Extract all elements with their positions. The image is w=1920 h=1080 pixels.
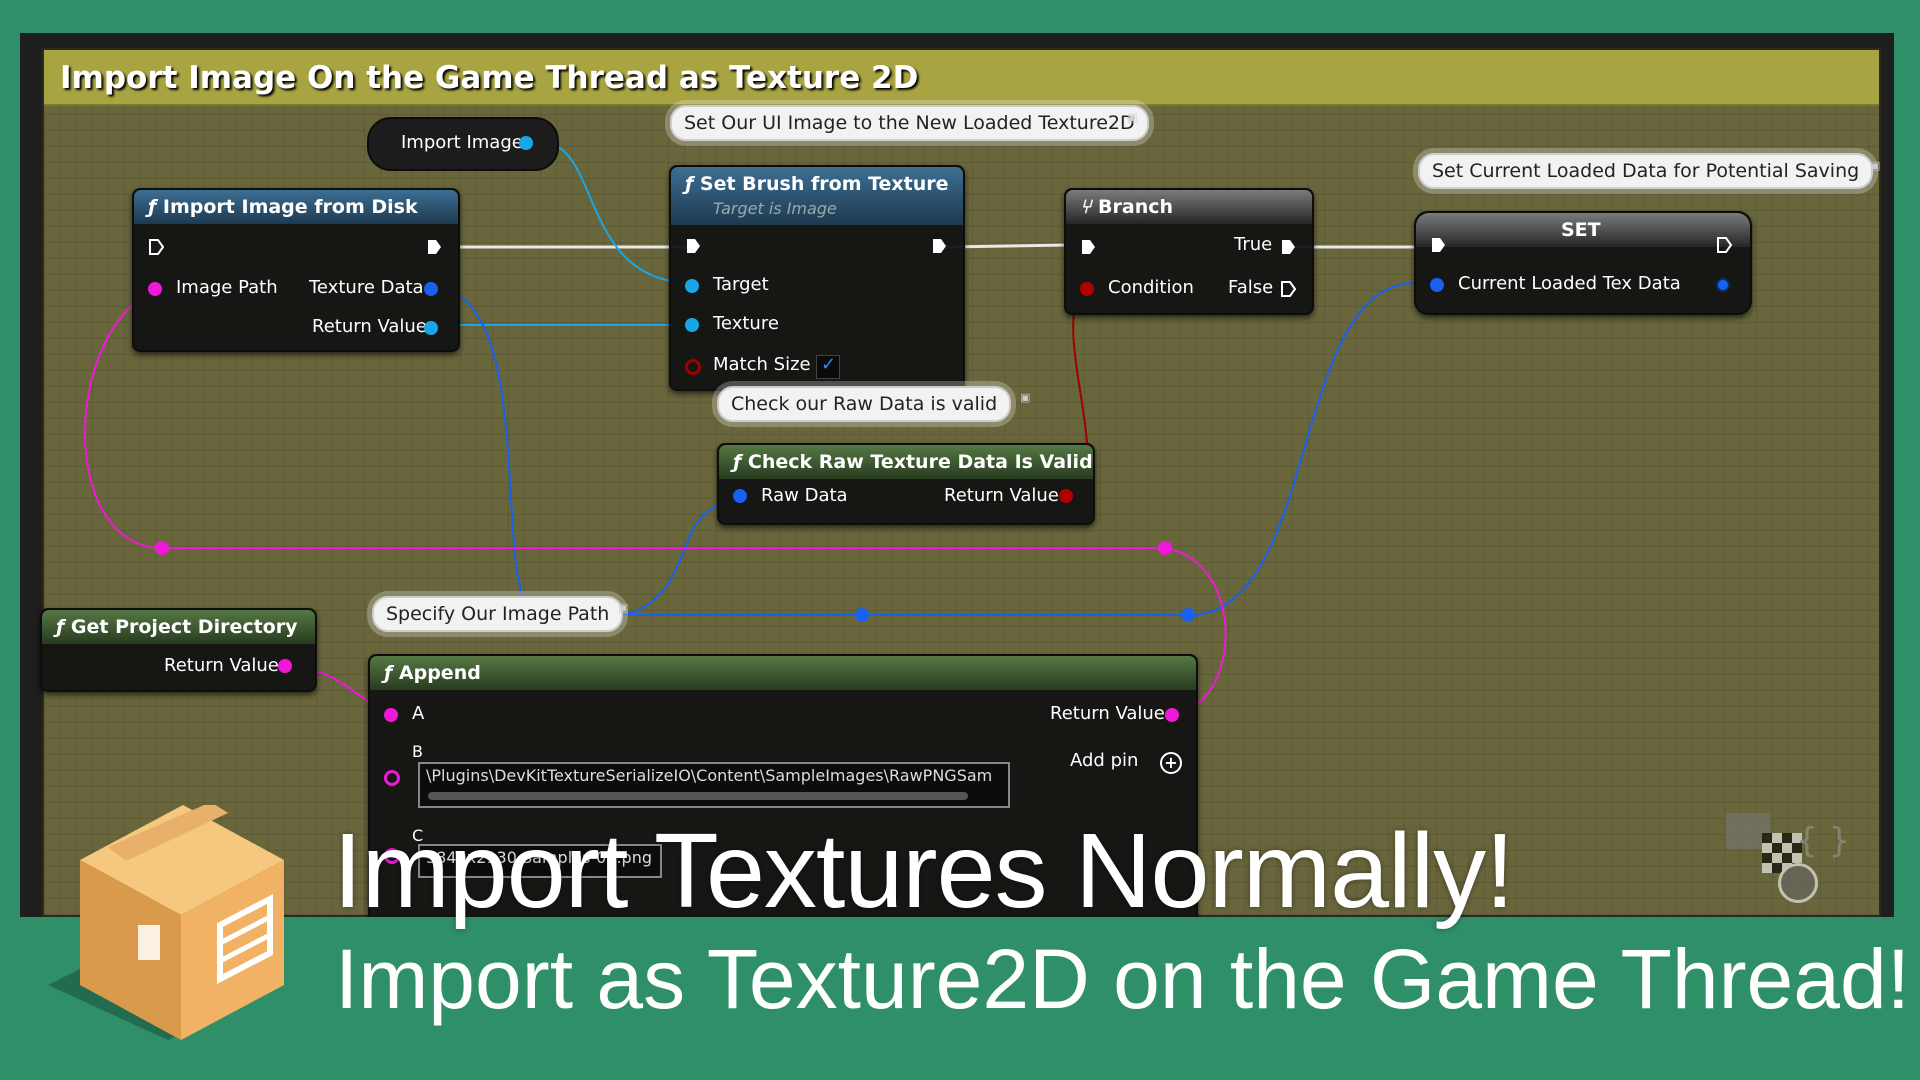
branch-icon: ⑂ [1080, 196, 1092, 218]
import-image-output-pin[interactable] [519, 136, 533, 150]
condition-label: Condition [1108, 277, 1194, 298]
function-icon: ƒ [685, 173, 694, 195]
comment-bubble-check[interactable]: Check our Raw Data is valid [717, 386, 1012, 422]
comment-bubble-append[interactable]: Specify Our Image Path [372, 596, 624, 632]
return-value-pin[interactable] [1165, 708, 1179, 722]
function-icon: ƒ [733, 451, 742, 473]
texture-pin[interactable] [685, 318, 699, 332]
node-title: Check Raw Texture Data Is Valid [747, 451, 1093, 473]
checkmark-icon: ✓ [821, 354, 837, 375]
import-image-from-disk-node[interactable]: ƒ Import Image from Disk Image Path Text… [132, 188, 460, 352]
node-title: SET [1561, 219, 1601, 241]
false-label: False [1228, 277, 1274, 298]
node-title: Get Project Directory [70, 616, 298, 638]
exec-out-pin[interactable] [1716, 236, 1732, 254]
node-header: ƒ Get Project Directory [42, 610, 315, 644]
set-variable-node[interactable]: SET Current Loaded Tex Data [1414, 211, 1752, 315]
blueprint-graph[interactable]: Import Image On the Game Thread as Textu… [20, 33, 1894, 917]
node-title: Append [398, 662, 481, 684]
node-header: ƒ Check Raw Texture Data Is Valid [719, 445, 1093, 479]
comment-bubble-set[interactable]: Set Current Loaded Data for Potential Sa… [1418, 153, 1874, 189]
import-image-variable-label: Import Image [401, 132, 523, 153]
badge-icon [1778, 863, 1818, 903]
set-input-pin[interactable] [1430, 278, 1444, 292]
node-header: ƒ Append [370, 656, 1196, 690]
exec-out-pin[interactable] [931, 237, 947, 255]
condition-pin[interactable] [1080, 282, 1094, 296]
return-value-pin[interactable] [424, 321, 438, 335]
return-value-label: Return Value [312, 316, 427, 337]
import-image-variable[interactable]: Import Image [367, 117, 559, 171]
b-label: B [412, 742, 423, 761]
target-pin[interactable] [685, 279, 699, 293]
pin-comment-icon[interactable]: ▣ [1020, 391, 1030, 405]
pin-comment-icon[interactable]: ▣ [618, 601, 628, 615]
return-value-pin[interactable] [1059, 489, 1073, 503]
pin-comment-icon[interactable]: ▣ [1127, 111, 1137, 125]
package-cube-icon [48, 805, 284, 1040]
true-exec-pin[interactable] [1280, 238, 1296, 256]
texture-data-label: Texture Data [309, 277, 424, 298]
set-output-pin[interactable] [1716, 278, 1730, 292]
texture-label: Texture [713, 313, 779, 334]
false-exec-pin[interactable] [1280, 280, 1296, 298]
texture-data-pin[interactable] [424, 282, 438, 296]
reroute-blue-right [1181, 608, 1195, 622]
match-size-label: Match Size [713, 354, 811, 375]
reroute-pink-left [155, 541, 169, 555]
exec-out-pin[interactable] [426, 238, 442, 256]
reroute-pink-right [1158, 541, 1172, 555]
exec-in-pin[interactable] [1430, 236, 1446, 254]
true-label: True [1234, 234, 1273, 255]
banner-title: Import Textures Normally! [333, 812, 1515, 930]
b-text-value: \Plugins\DevKitTextureSerializeIO\Conten… [426, 766, 993, 785]
raw-data-label: Raw Data [761, 485, 848, 506]
banner-subtitle: Import as Texture2D on the Game Thread! [335, 932, 1911, 1026]
return-value-label: Return Value [1050, 703, 1165, 724]
reroute-blue-mid [855, 608, 869, 622]
get-project-directory-node[interactable]: ƒ Get Project Directory Return Value [40, 608, 317, 692]
struct-wire-set [1189, 282, 1416, 616]
object-wire-import-image [542, 142, 691, 284]
function-icon: ƒ [56, 616, 65, 638]
branch-node[interactable]: ⑂ Branch True Condition False [1064, 188, 1314, 315]
node-title: Branch [1098, 196, 1174, 218]
node-header: ⑂ Branch [1066, 190, 1312, 224]
pin-comment-icon[interactable]: ▣ [1870, 159, 1880, 173]
exec-in-pin[interactable] [148, 238, 164, 256]
node-subtitle: Target is Image [713, 199, 837, 218]
function-icon: ƒ [148, 196, 157, 218]
function-icon: ƒ [384, 662, 393, 684]
b-scrollbar[interactable] [428, 792, 968, 800]
return-value-pin[interactable] [278, 659, 292, 673]
braces-icon: { } [1796, 821, 1851, 861]
image-path-pin[interactable] [148, 282, 162, 296]
return-value-label: Return Value [944, 485, 1059, 506]
node-header: SET [1416, 213, 1750, 247]
match-size-checkbox[interactable]: ✓ [816, 354, 840, 379]
node-title: Import Image from Disk [162, 196, 418, 218]
node-header: ƒ Import Image from Disk [134, 190, 458, 224]
add-pin-label[interactable]: Add pin [1070, 750, 1138, 771]
b-pin[interactable] [384, 770, 400, 786]
node-title: Set Brush from Texture [699, 173, 949, 195]
target-label: Target [713, 274, 769, 295]
return-value-label: Return Value [164, 655, 279, 676]
a-pin[interactable] [384, 708, 398, 722]
set-var-label: Current Loaded Tex Data [1458, 273, 1681, 294]
b-text-field[interactable]: \Plugins\DevKitTextureSerializeIO\Conten… [418, 762, 1010, 808]
comment-bubble-set-brush[interactable]: Set Our UI Image to the New Loaded Textu… [670, 105, 1149, 141]
exec-in-pin[interactable] [1080, 238, 1096, 256]
check-raw-texture-node[interactable]: ƒ Check Raw Texture Data Is Valid Raw Da… [717, 443, 1095, 525]
add-pin-icon[interactable]: + [1160, 752, 1182, 774]
raw-data-pin[interactable] [733, 489, 747, 503]
image-path-label: Image Path [176, 277, 278, 298]
set-brush-from-texture-node[interactable]: ƒ Set Brush from Texture Target is Image… [669, 165, 965, 391]
node-header: ƒ Set Brush from Texture Target is Image [671, 167, 963, 225]
match-size-pin[interactable] [685, 359, 701, 375]
a-label: A [412, 703, 425, 724]
editor-logo: { } [1726, 813, 1856, 903]
exec-in-pin[interactable] [685, 237, 701, 255]
